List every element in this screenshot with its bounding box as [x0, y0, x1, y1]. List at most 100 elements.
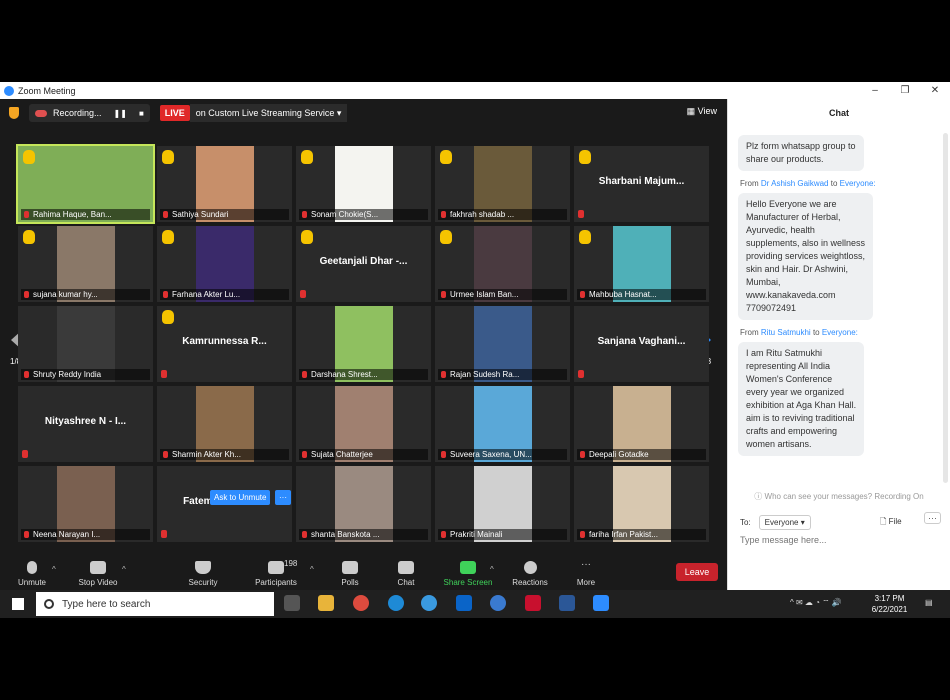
raised-hand-icon [301, 150, 313, 164]
participant-tile[interactable]: Urmee Islam Ban... [435, 226, 570, 302]
video-options-caret[interactable]: ^ [122, 565, 126, 574]
polls-button[interactable]: Polls [320, 561, 380, 587]
participant-name: Prakriti Mainali [438, 529, 567, 540]
recording-indicator[interactable]: Recording... ❚❚ ■ [29, 104, 150, 122]
windows-start-icon[interactable] [12, 598, 24, 610]
participant-tile[interactable]: Darshana Shrest... [296, 306, 431, 382]
participant-tile[interactable]: Neena Narayan I... [18, 466, 153, 542]
participant-tile[interactable]: Farhana Akter Lu... [157, 226, 292, 302]
restore-icon[interactable]: ❐ [890, 82, 920, 99]
word-icon[interactable] [559, 595, 575, 611]
participant-tile[interactable]: Mahbuba Hasnat... [574, 226, 709, 302]
file-button[interactable]: 🗋 File [880, 516, 902, 530]
participant-tile[interactable]: fakhrah shadab ... [435, 146, 570, 222]
tile-more-button[interactable]: ··· [275, 490, 291, 505]
taskbar-search[interactable]: Type here to search [36, 592, 274, 616]
file-label: File [888, 517, 902, 526]
sender-name[interactable]: Dr Ashish Gaikwad [761, 179, 829, 188]
task-view-icon[interactable] [284, 595, 300, 611]
chat-message: Hello Everyone we are Manufacturer of He… [738, 193, 874, 320]
participant-name-text: Urmee Islam Ban... [450, 290, 519, 299]
participant-tile[interactable]: Sonam Chokie(S... [296, 146, 431, 222]
participant-tile[interactable]: shanta Banskota ... [296, 466, 431, 542]
minimize-icon[interactable]: – [860, 82, 890, 99]
participant-tile[interactable]: Sujata Chatterjee [296, 386, 431, 462]
participant-tile[interactable]: Sanjana Vaghani... [574, 306, 709, 382]
participant-tile[interactable]: sujana kumar hy... [18, 226, 153, 302]
participant-name-text: Mahbuba Hasnat... [589, 290, 657, 299]
shield-icon [195, 561, 211, 574]
chat-more-button[interactable]: ··· [924, 512, 941, 524]
leave-button[interactable]: Leave [676, 563, 718, 581]
security-shield-icon[interactable] [9, 107, 19, 119]
acrobat-icon[interactable] [525, 595, 541, 611]
participant-tile[interactable]: Suveera Saxena, UN... [435, 386, 570, 462]
participant-name: Rahima Haque, Ban... [21, 209, 150, 220]
view-button[interactable]: ▦ View [687, 106, 717, 117]
security-button[interactable]: Security [173, 561, 233, 587]
share-screen-button[interactable]: Share Screen [438, 561, 498, 587]
share-options-caret[interactable]: ^ [490, 565, 494, 574]
chat-visibility-notice[interactable]: ⓘ Who can see your messages? Recording O… [728, 491, 950, 502]
participant-tile[interactable]: Kamrunnessa R... [157, 306, 292, 382]
outlook-icon[interactable] [456, 595, 472, 611]
live-badge: LIVE [159, 105, 190, 121]
muted-mic-icon [24, 371, 29, 378]
participant-tile[interactable]: Nityashree N - I... [18, 386, 153, 462]
unmute-label: Unmute [17, 578, 46, 587]
chat-scrollbar[interactable] [943, 133, 948, 483]
recipient-dropdown[interactable]: Everyone ▾ [758, 515, 811, 530]
participant-tile[interactable]: Rahima Haque, Ban... [16, 144, 155, 224]
more-button[interactable]: ··· More [556, 560, 616, 588]
participant-tile[interactable]: Geetanjali Dhar -... [296, 226, 431, 302]
participants-button[interactable]: 198 Participants [246, 559, 306, 587]
muted-mic-icon [441, 451, 446, 458]
close-icon[interactable]: ✕ [920, 82, 950, 99]
participant-tile[interactable]: Sharmin Akter Kh... [157, 386, 292, 462]
polls-label: Polls [341, 578, 359, 587]
participant-tile[interactable]: Rajan Sudesh Ra... [435, 306, 570, 382]
participant-tile[interactable]: Shruty Reddy India [18, 306, 153, 382]
chat-messages[interactable]: Plz form whatsapp group to share our pro… [728, 129, 950, 487]
taskbar-clock[interactable]: 3:17 PM 6/22/2021 [862, 593, 917, 615]
notice-text: Who can see your messages? Recording On [764, 492, 924, 501]
participant-count: 198 [284, 559, 298, 568]
participant-name: Sharmin Akter Kh... [160, 449, 289, 460]
muted-mic-icon [300, 290, 306, 298]
participant-tile[interactable]: fariha Irfan Pakist... [574, 466, 709, 542]
sender-name[interactable]: Ritu Satmukhi [761, 328, 811, 337]
edge-icon[interactable] [388, 595, 404, 611]
muted-mic-icon [302, 371, 307, 378]
window-title: Zoom Meeting [18, 85, 76, 96]
ask-to-unmute-button[interactable]: Ask to Unmute [210, 490, 271, 505]
stop-recording-icon[interactable]: ■ [139, 109, 144, 118]
internet-explorer-icon[interactable] [421, 595, 437, 611]
live-stream-dropdown[interactable]: on Custom Live Streaming Service ▾ [189, 104, 348, 122]
skype-icon[interactable] [490, 595, 506, 611]
muted-mic-icon [302, 211, 307, 218]
chat-message-input[interactable] [740, 535, 940, 545]
chat-sender-line: From Dr Ashish Gaikwad to Everyone: [740, 179, 938, 188]
participant-tile[interactable]: Sathiya Sundari [157, 146, 292, 222]
chrome-icon[interactable] [353, 595, 369, 611]
file-explorer-icon[interactable] [318, 595, 334, 611]
participant-name: Farhana Akter Lu... [160, 289, 289, 300]
pause-recording-icon[interactable]: ❚❚ [114, 109, 127, 118]
system-tray-icons[interactable]: ^ ✉ ☁ ◔ ⌔ 🔊 [790, 598, 842, 608]
participant-tile[interactable]: Deepali Gotadke [574, 386, 709, 462]
participant-name-text: Sujata Chatterjee [311, 450, 373, 459]
participant-tile[interactable]: Sharbani Majum... [574, 146, 709, 222]
stop-video-button[interactable]: Stop Video [68, 561, 128, 587]
share-screen-icon [460, 561, 476, 574]
participants-icon [268, 561, 284, 574]
muted-mic-icon [24, 531, 29, 538]
reactions-button[interactable]: Reactions [500, 561, 560, 587]
muted-mic-icon [580, 291, 585, 298]
participants-options-caret[interactable]: ^ [310, 565, 314, 574]
audio-options-caret[interactable]: ^ [52, 565, 56, 574]
chat-button[interactable]: Chat [376, 561, 436, 587]
zoom-taskbar-icon[interactable] [593, 595, 609, 611]
notifications-icon[interactable]: ▤ [925, 598, 933, 607]
reactions-label: Reactions [512, 578, 548, 587]
participant-tile[interactable]: Prakriti Mainali [435, 466, 570, 542]
